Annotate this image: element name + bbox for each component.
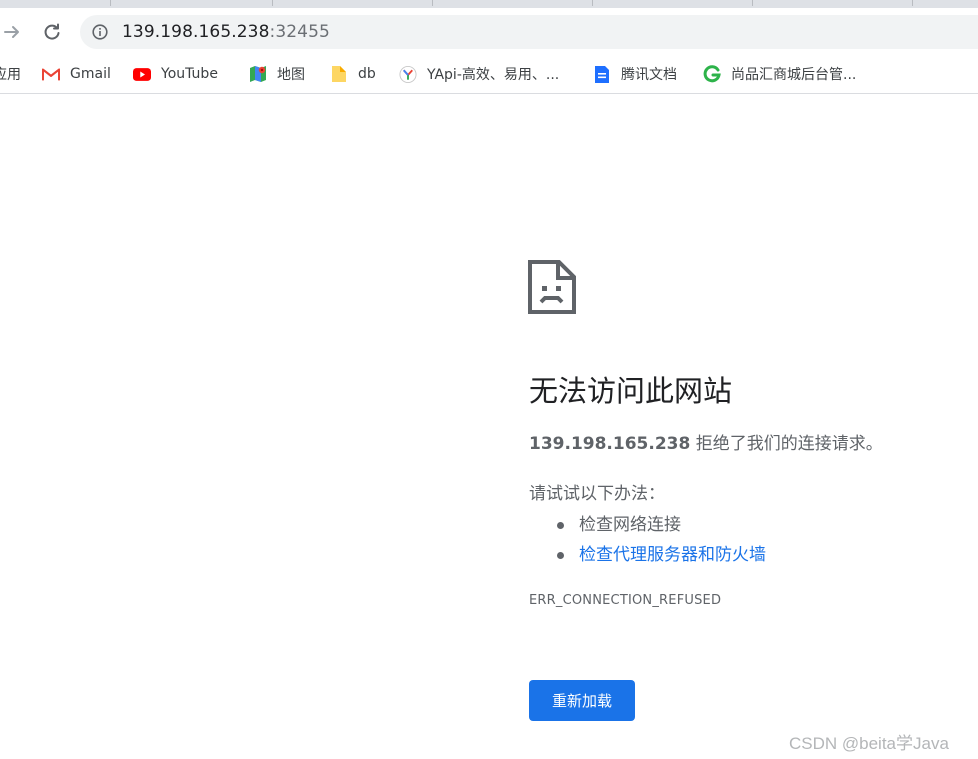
maps-icon	[249, 65, 267, 83]
reload-page-button[interactable]: 重新加载	[529, 680, 635, 721]
reload-button[interactable]	[38, 18, 66, 46]
suggestions-heading: 请试试以下办法：	[529, 484, 665, 504]
reload-icon	[44, 23, 60, 40]
forward-icon	[4, 26, 19, 38]
bookmark-label: 应用	[0, 67, 21, 83]
bookmark-label: db	[358, 66, 376, 82]
error-description-text: 拒绝了我们的连接请求。	[690, 434, 883, 454]
bookmark-youtube[interactable]: YouTube	[133, 64, 218, 84]
bookmark-db[interactable]: db	[330, 64, 376, 84]
suggestion-check-proxy-link[interactable]: 检查代理服务器和防火墙	[557, 540, 766, 570]
url-port: :32455	[269, 22, 330, 42]
bookmark-label: 地图	[277, 67, 305, 83]
shangpinhui-icon	[703, 65, 721, 83]
tab-separator	[110, 0, 111, 6]
bookmark-label: Gmail	[70, 66, 111, 82]
tencent-docs-icon	[593, 65, 611, 83]
bookmark-gmail[interactable]: Gmail	[42, 64, 111, 84]
tab-strip	[0, 0, 978, 8]
tab-separator	[592, 0, 593, 6]
sad-document-icon	[528, 260, 576, 314]
bookmark-shangpinhui[interactable]: 尚品汇商城后台管...	[703, 64, 856, 84]
tab-separator	[912, 0, 913, 6]
folder-icon	[330, 65, 348, 83]
bookmark-label: 腾讯文档	[621, 67, 677, 83]
yapi-icon	[399, 65, 417, 83]
bookmarks-bar: 应用 Gmail YouTube 地图	[0, 56, 978, 94]
youtube-icon	[133, 65, 151, 83]
address-bar[interactable]: 139.198.165.238:32455	[80, 15, 978, 49]
watermark: CSDN @beita学Java	[789, 734, 949, 753]
bookmark-label: YouTube	[161, 66, 218, 82]
bookmark-label: YApi-高效、易用、...	[427, 67, 560, 83]
error-description: 139.198.165.238 拒绝了我们的连接请求。	[529, 432, 883, 456]
site-info-icon[interactable]	[92, 24, 108, 40]
tab-separator	[272, 0, 273, 6]
error-code: ERR_CONNECTION_REFUSED	[529, 593, 722, 608]
url-text[interactable]: 139.198.165.238:32455	[122, 22, 330, 42]
bookmark-apps[interactable]: 应用	[0, 64, 21, 84]
tab-separator	[432, 0, 433, 6]
forward-button[interactable]	[0, 18, 26, 46]
bookmark-label: 尚品汇商城后台管...	[731, 67, 857, 83]
tab-separator	[752, 0, 753, 6]
error-host: 139.198.165.238	[529, 434, 691, 454]
error-page: 无法访问此网站 139.198.165.238 拒绝了我们的连接请求。 请试试以…	[0, 95, 978, 759]
error-title: 无法访问此网站	[529, 374, 733, 408]
bookmark-yapi[interactable]: YApi-高效、易用、...	[399, 64, 559, 84]
gmail-icon	[42, 65, 60, 83]
browser-toolbar: 139.198.165.238:32455	[0, 8, 978, 56]
bookmark-tencent-docs[interactable]: 腾讯文档	[593, 64, 677, 84]
bookmark-maps[interactable]: 地图	[249, 64, 305, 84]
suggestions-list: 检查网络连接 检查代理服务器和防火墙	[557, 510, 766, 570]
url-host: 139.198.165.238	[122, 22, 270, 42]
suggestion-check-network: 检查网络连接	[557, 510, 766, 540]
